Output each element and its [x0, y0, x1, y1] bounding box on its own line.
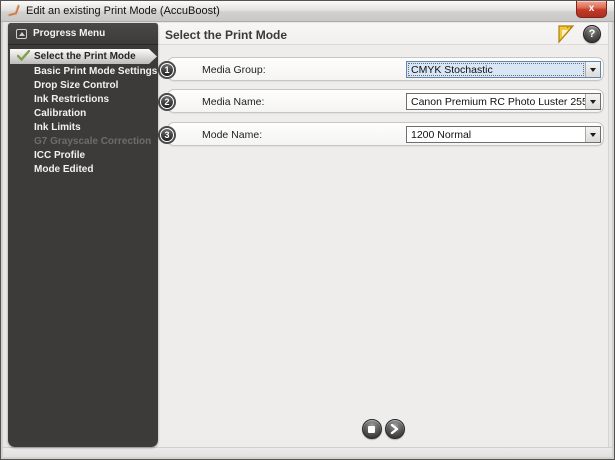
progress-menu-sidebar: Progress Menu Select the Print Mode Basi… — [8, 23, 158, 447]
help-button[interactable]: ? — [583, 25, 601, 43]
sidebar-item-icc-profile[interactable]: ICC Profile — [8, 149, 158, 163]
form-row-mode-name: 3 Mode Name: 1200 Normal — [158, 122, 604, 146]
media-group-value: CMYK Stochastic — [407, 62, 585, 77]
content-header: Select the Print Mode ? — [158, 23, 608, 45]
sidebar-item-ink-limits[interactable]: Ink Limits — [8, 121, 158, 135]
step-2-badge: 2 — [158, 93, 176, 111]
sidebar-item-select-print-mode[interactable]: Select the Print Mode — [8, 49, 158, 64]
media-name-value: Canon Premium RC Photo Luster 255 — [411, 96, 585, 108]
sidebar-item-g7-grayscale-correction: G7 Grayscale Correction — [34, 136, 152, 147]
dropdown-arrow-icon — [585, 127, 600, 142]
media-name-select[interactable]: Canon Premium RC Photo Luster 255 — [406, 93, 601, 110]
page-title: Select the Print Mode — [165, 28, 288, 42]
app-window: Edit an existing Print Mode (AccuBoost) … — [0, 0, 615, 460]
dropdown-arrow-icon — [585, 62, 600, 77]
check-icon — [17, 50, 30, 61]
stop-button[interactable] — [361, 419, 382, 439]
sidebar-item-calibration[interactable]: Calibration — [8, 107, 158, 121]
dropdown-arrow-icon — [585, 94, 600, 109]
sidebar-item-drop-size-control[interactable]: Drop Size Control — [8, 79, 158, 93]
progress-menu-title: Progress Menu — [33, 28, 106, 39]
next-arrow-icon — [390, 424, 399, 434]
question-mark-icon: ? — [588, 28, 596, 40]
media-group-select[interactable]: CMYK Stochastic — [406, 61, 601, 78]
mode-name-label: Mode Name: — [202, 129, 263, 141]
mode-name-value: 1200 Normal — [411, 129, 472, 141]
sidebar-item-basic-print-mode-settings[interactable]: Basic Print Mode Settings — [8, 65, 158, 79]
app-icon — [7, 4, 20, 17]
progress-menu-header[interactable]: Progress Menu — [8, 23, 158, 45]
sidebar-item-mode-edited[interactable]: Mode Edited — [8, 163, 158, 177]
next-button[interactable] — [384, 419, 405, 439]
close-button[interactable]: x — [576, 1, 607, 18]
wizard-navigation — [158, 419, 608, 439]
progress-menu-items: Select the Print Mode Basic Print Mode S… — [8, 49, 158, 177]
sidebar-item-ink-restrictions[interactable]: Ink Restrictions — [8, 93, 158, 107]
mode-name-select[interactable]: 1200 Normal — [406, 126, 601, 143]
set-square-icon — [558, 25, 575, 44]
window-title: Edit an existing Print Mode (AccuBoost) — [26, 5, 220, 17]
form-row-media-group: 1 Media Group: CMYK Stochastic — [158, 57, 604, 81]
media-group-label: Media Group: — [202, 64, 266, 76]
status-bar — [3, 447, 612, 457]
collapse-panel-icon[interactable] — [16, 28, 27, 39]
step-3-badge: 3 — [158, 126, 176, 144]
close-icon: x — [588, 3, 595, 14]
titlebar[interactable]: Edit an existing Print Mode (AccuBoost) … — [1, 1, 614, 22]
media-name-label: Media Name: — [202, 96, 265, 108]
form-row-media-name: 2 Media Name: Canon Premium RC Photo Lus… — [158, 89, 604, 113]
step-1-badge: 1 — [158, 61, 176, 79]
stop-icon — [368, 425, 375, 433]
main-content: Select the Print Mode ? 1 Media Group: C… — [158, 23, 609, 447]
